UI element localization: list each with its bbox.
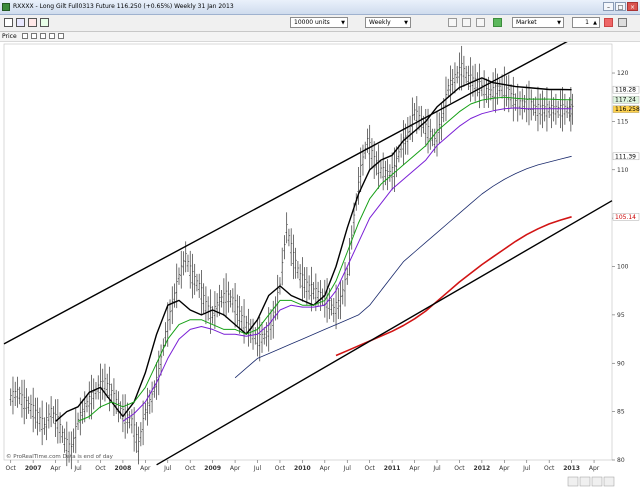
indicator-icon[interactable] xyxy=(16,18,25,27)
nav-button[interactable] xyxy=(603,476,615,487)
y-tick-label: 95 xyxy=(617,312,625,319)
x-tick-label: Apr xyxy=(50,465,61,472)
x-tick-label: Oct xyxy=(185,465,196,472)
x-tick-label: Apr xyxy=(499,465,510,472)
x-tick-label: 2012 xyxy=(474,465,491,472)
x-tick-label: 2010 xyxy=(294,465,311,472)
chart-type-icon[interactable] xyxy=(4,18,13,27)
maximize-button[interactable]: □ xyxy=(615,2,626,11)
x-tick-label: Oct xyxy=(365,465,376,472)
price-tag-label: 111.39 xyxy=(615,153,636,160)
x-tick-label: Jul xyxy=(73,465,82,472)
price-tag-label: 116.258 xyxy=(615,106,640,113)
x-tick-label: 2011 xyxy=(384,465,401,472)
refresh-icon[interactable] xyxy=(476,18,485,27)
y-tick-label: 110 xyxy=(617,167,629,174)
chart-area[interactable]: 80859095100105110115120Oct2007AprJulOct2… xyxy=(0,33,640,492)
x-tick-label: Apr xyxy=(320,465,331,472)
quantity-stepper[interactable]: 1 ▲ xyxy=(572,17,600,28)
x-tick-label: Oct xyxy=(454,465,465,472)
close-button[interactable]: × xyxy=(627,2,638,11)
price-chart[interactable]: 80859095100105110115120Oct2007AprJulOct2… xyxy=(0,33,640,492)
units-value: 10000 units xyxy=(294,19,330,26)
price-tag-label: 105.14 xyxy=(615,214,636,221)
y-tick-label: 115 xyxy=(617,118,629,125)
x-tick-label: Oct xyxy=(6,465,17,472)
nav-button[interactable] xyxy=(579,476,591,487)
chevron-down-icon: ▼ xyxy=(341,20,345,26)
x-tick-label: Oct xyxy=(95,465,106,472)
close-panel-icon[interactable] xyxy=(31,33,37,39)
wrench-icon[interactable] xyxy=(22,33,28,39)
y-tick-label: 90 xyxy=(617,360,625,367)
plot-frame xyxy=(3,43,613,461)
x-tick-label: Apr xyxy=(230,465,241,472)
chevron-down-icon: ▼ xyxy=(404,20,408,26)
x-tick-label: Apr xyxy=(589,465,600,472)
watermark-text: © ProRealTime.com Data is end of day xyxy=(6,453,114,460)
nav-button[interactable] xyxy=(591,476,603,487)
order-type-value: Market xyxy=(516,19,537,26)
y-tick-label: 85 xyxy=(617,409,625,416)
x-tick-label: 2013 xyxy=(563,465,580,472)
x-tick-label: Jul xyxy=(522,465,531,472)
units-select[interactable]: 10000 units ▼ xyxy=(290,17,348,28)
y-tick-label: 80 xyxy=(617,457,625,464)
x-tick-label: Jul xyxy=(163,465,172,472)
info-bar: Price xyxy=(0,32,640,42)
order-type-select[interactable]: Market ▼ xyxy=(512,17,564,28)
x-tick-label: Oct xyxy=(275,465,286,472)
x-tick-label: 2009 xyxy=(204,465,221,472)
x-tick-label: Jul xyxy=(343,465,352,472)
price-label: Price xyxy=(2,33,17,40)
x-tick-label: 2008 xyxy=(115,465,132,472)
expand-icon[interactable] xyxy=(49,33,55,39)
price-tag-label: 118.28 xyxy=(615,87,636,94)
zoom-icon[interactable] xyxy=(40,18,49,27)
y-tick-label: 100 xyxy=(617,264,629,271)
collapse-icon[interactable] xyxy=(58,33,64,39)
settings-icon[interactable] xyxy=(462,18,471,27)
quantity-value: 1 xyxy=(585,19,589,26)
period-select[interactable]: Weekly ▼ xyxy=(365,17,411,28)
sell-icon[interactable] xyxy=(604,18,613,27)
price-tag-label: 117.24 xyxy=(615,97,636,104)
grid-icon[interactable] xyxy=(448,18,457,27)
x-tick-label: Jul xyxy=(253,465,262,472)
x-tick-label: Jul xyxy=(432,465,441,472)
chevron-down-icon: ▼ xyxy=(557,20,561,26)
window-controls: – □ × xyxy=(603,2,638,11)
y-tick-label: 120 xyxy=(617,70,629,77)
options-icon[interactable] xyxy=(618,18,627,27)
period-value: Weekly xyxy=(369,19,391,26)
x-tick-label: Apr xyxy=(409,465,420,472)
spin-icon: ▲ xyxy=(593,20,597,26)
window-title: RXXXX - Long Gilt Full0313 Future 116.25… xyxy=(13,3,234,10)
x-tick-label: 2007 xyxy=(25,465,42,472)
buy-icon[interactable] xyxy=(493,18,502,27)
title-bar: RXXXX - Long Gilt Full0313 Future 116.25… xyxy=(0,0,640,15)
toolbar: 10000 units ▼ Weekly ▼ Market ▼ 1 ▲ xyxy=(0,15,640,32)
x-tick-label: Oct xyxy=(544,465,555,472)
app-icon xyxy=(2,3,10,11)
add-indicator-icon[interactable] xyxy=(40,33,46,39)
draw-tool-icon[interactable] xyxy=(28,18,37,27)
nav-button[interactable] xyxy=(567,476,579,487)
x-tick-label: Apr xyxy=(140,465,151,472)
minimize-button[interactable]: – xyxy=(603,2,614,11)
